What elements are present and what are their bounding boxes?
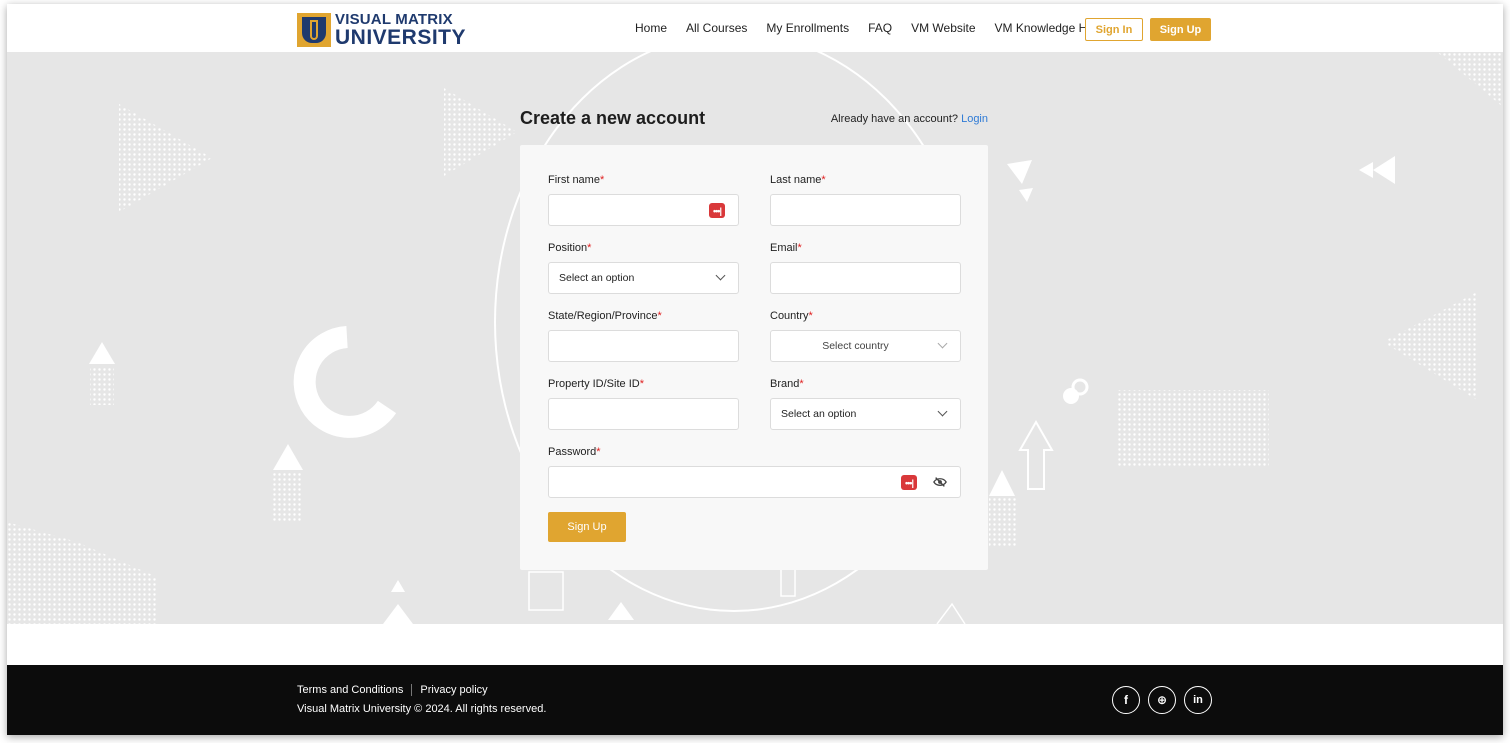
state-input[interactable]	[548, 330, 739, 362]
nav-faq[interactable]: FAQ	[868, 21, 892, 35]
password-input[interactable]: •••|	[548, 466, 961, 498]
sign-up-header-button[interactable]: Sign Up	[1150, 18, 1211, 41]
social-links: f ⊕ in	[1112, 686, 1212, 714]
email-field: Email*	[770, 242, 961, 294]
nav-my-enrollments[interactable]: My Enrollments	[766, 21, 849, 35]
nav-vm-website[interactable]: VM Website	[911, 21, 975, 35]
position-field: Position* Select an option	[548, 242, 739, 294]
hero-background: Create a new account Already have an acc…	[7, 52, 1503, 624]
position-select[interactable]: Select an option	[548, 262, 739, 294]
password-manager-icon[interactable]: •••|	[901, 475, 917, 490]
terms-link[interactable]: Terms and Conditions	[297, 684, 403, 696]
facebook-icon[interactable]: f	[1112, 686, 1140, 714]
logo-line1: VISUAL MATRIX	[335, 11, 453, 28]
sign-up-submit-button[interactable]: Sign Up	[548, 512, 626, 542]
email-input[interactable]	[770, 262, 961, 294]
last-name-input[interactable]	[770, 194, 961, 226]
chevron-down-icon	[715, 270, 726, 281]
footer-links: Terms and Conditions Privacy policy	[297, 684, 488, 696]
password-field: Password* •••|	[548, 446, 961, 498]
state-field: State/Region/Province*	[548, 310, 739, 362]
privacy-link[interactable]: Privacy policy	[420, 684, 487, 696]
property-id-field: Property ID/Site ID*	[548, 378, 739, 430]
signup-form-card: First name* •••| Last name* Position* Se…	[520, 145, 988, 570]
last-name-field: Last name*	[770, 174, 961, 226]
nav-home[interactable]: Home	[635, 21, 667, 35]
logo-emblem-icon	[297, 13, 331, 47]
linkedin-icon[interactable]: in	[1184, 686, 1212, 714]
page-title: Create a new account	[520, 108, 706, 128]
logo-line2: UNIVERSITY	[335, 26, 467, 49]
password-manager-icon[interactable]: •••|	[709, 203, 725, 218]
university-logo[interactable]: VISUAL MATRIX UNIVERSITY	[297, 12, 466, 48]
brand-field: Brand* Select an option	[770, 378, 961, 430]
eye-off-icon[interactable]	[933, 475, 947, 489]
country-select[interactable]: Select country	[770, 330, 961, 362]
property-id-input[interactable]	[548, 398, 739, 430]
nav-all-courses[interactable]: All Courses	[686, 21, 747, 35]
first-name-input[interactable]: •••|	[548, 194, 739, 226]
sign-in-button[interactable]: Sign In	[1085, 18, 1143, 41]
copyright-text: Visual Matrix University © 2024. All rig…	[297, 703, 547, 715]
main-nav: Home All Courses My Enrollments FAQ VM W…	[635, 21, 1101, 35]
chevron-down-icon	[937, 406, 948, 417]
country-field: Country* Select country	[770, 310, 961, 362]
browser-page: VISUAL MATRIX UNIVERSITY Home All Course…	[7, 4, 1503, 735]
brand-select[interactable]: Select an option	[770, 398, 961, 430]
login-link[interactable]: Login	[961, 113, 988, 125]
login-prompt: Already have an account? Login	[830, 113, 988, 125]
website-icon[interactable]: ⊕	[1148, 686, 1176, 714]
footer-divider	[411, 684, 413, 696]
site-header: VISUAL MATRIX UNIVERSITY Home All Course…	[7, 4, 1503, 52]
first-name-field: First name* •••|	[548, 174, 739, 226]
site-footer: Terms and Conditions Privacy policy Visu…	[7, 665, 1503, 735]
form-heading: Create a new account Already have an acc…	[520, 108, 988, 138]
